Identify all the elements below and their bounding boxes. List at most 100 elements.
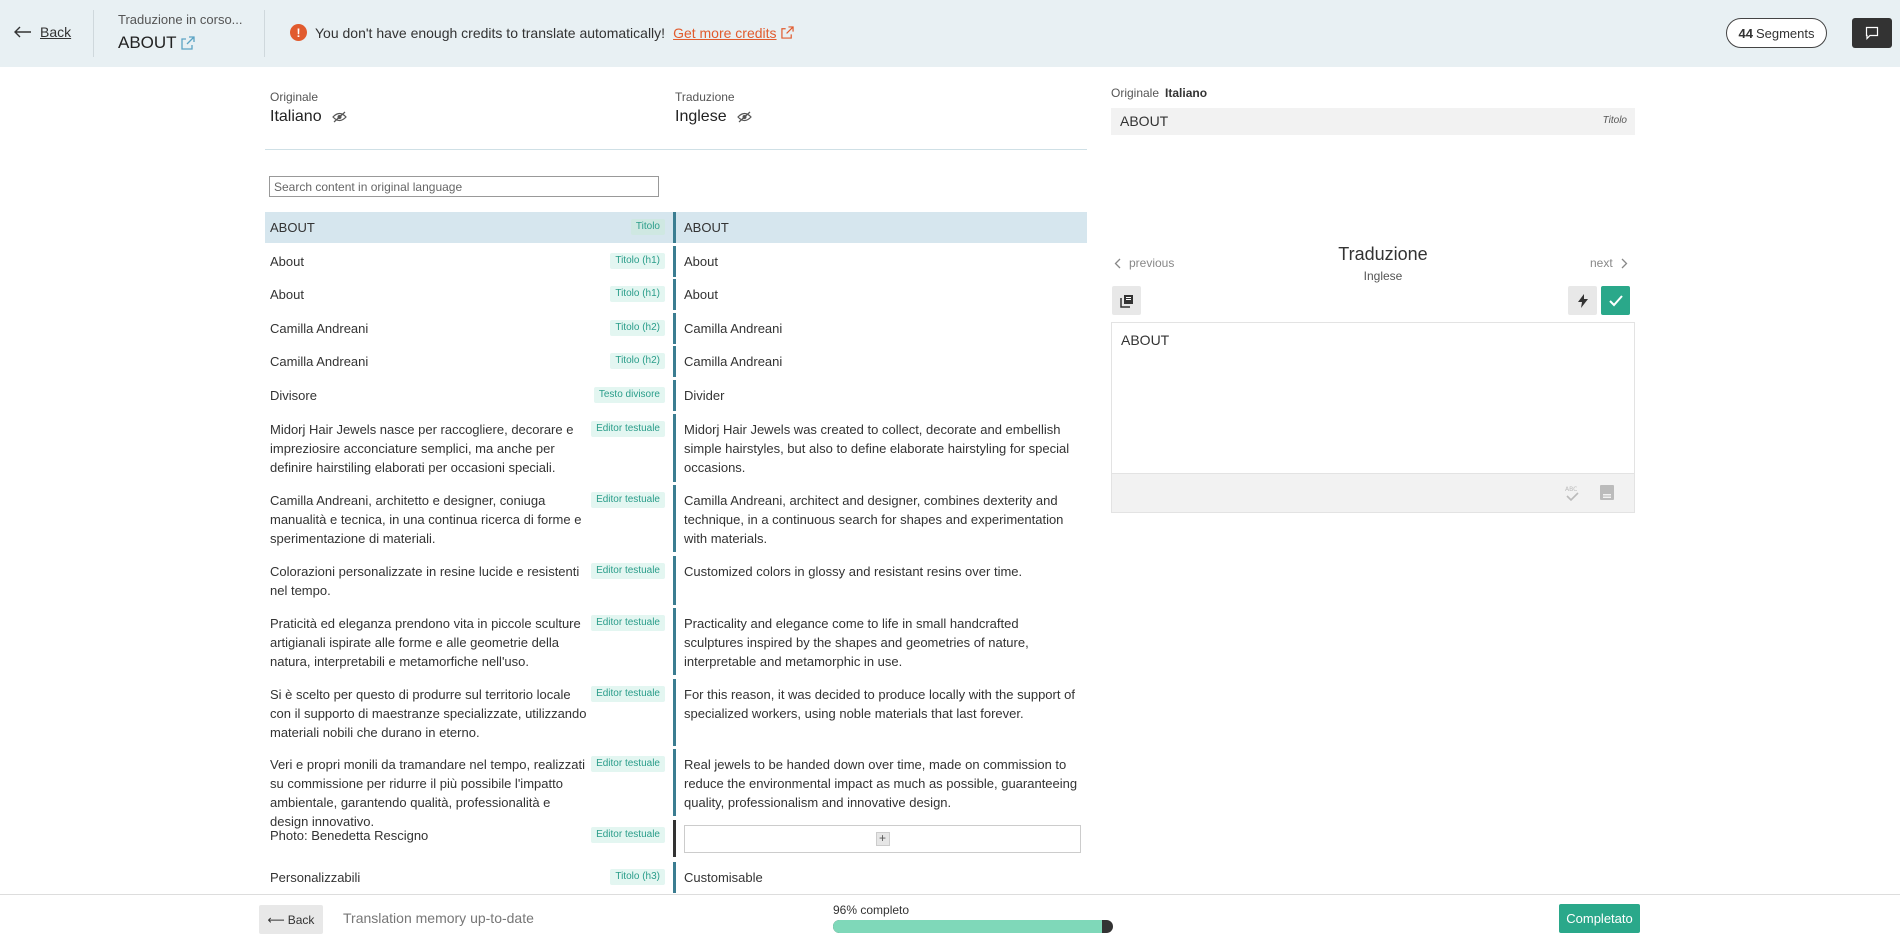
arrow-left-icon: ⟵	[267, 912, 285, 927]
rp-title: Traduzione	[1338, 244, 1428, 264]
lightning-icon	[1577, 293, 1588, 308]
footer-back-button[interactable]: ⟵ Back	[259, 905, 323, 934]
warning-text: You don't have enough credits to transla…	[315, 24, 666, 41]
segment-target[interactable]: Customized colors in glossy and resistan…	[676, 556, 1087, 605]
segment-target[interactable]: Camilla Andreani	[676, 313, 1087, 344]
segment-source: Personalizzabili Titolo (h3)	[265, 862, 673, 893]
segment-type-tag: Editor testuale	[591, 563, 665, 579]
rp-subtitle: Inglese	[1363, 269, 1403, 283]
original-label: Originale	[270, 90, 319, 104]
segment-type-tag: Titolo (h2)	[610, 320, 665, 336]
comment-icon	[1865, 26, 1879, 40]
back-link[interactable]: Back	[14, 24, 71, 40]
segment-row[interactable]: Photo: Benedetta Rescigno Editor testuale…	[265, 820, 1087, 857]
page-title-text: ABOUT	[118, 33, 177, 52]
page-title: ABOUT	[118, 33, 195, 53]
segment-row[interactable]: About Titolo (h1) About	[265, 246, 1087, 277]
progress-label: 96% completo	[833, 903, 910, 917]
glossary-icon[interactable]	[1599, 484, 1615, 501]
copy-icon	[1119, 294, 1133, 308]
segment-type-tag: Editor testuale	[591, 756, 665, 772]
original-lang-text: Italiano	[270, 108, 322, 125]
rp-original-text: ABOUT Titolo	[1111, 108, 1635, 135]
segment-type-tag: Titolo	[630, 219, 665, 235]
segment-target: +	[676, 820, 1087, 857]
add-translation-box[interactable]: +	[684, 825, 1081, 853]
segment-source: ABOUT Titolo	[265, 212, 673, 243]
segment-source: Camilla Andreani Titolo (h2)	[265, 313, 673, 344]
segments-badge[interactable]: 44 Segments	[1726, 18, 1827, 48]
copy-original-button[interactable]	[1112, 286, 1141, 315]
segment-target[interactable]: About	[676, 246, 1087, 277]
segment-source: About Titolo (h1)	[265, 279, 673, 310]
segments-count: 44	[1738, 25, 1753, 41]
translation-column-header: Traduzione Inglese	[675, 90, 752, 126]
eye-off-icon[interactable]	[736, 111, 752, 123]
segment-source: Colorazioni personalizzate in resine luc…	[265, 556, 673, 605]
get-more-credits-link[interactable]: Get more credits	[673, 24, 794, 41]
eye-off-icon[interactable]	[331, 111, 347, 123]
get-more-credits-label: Get more credits	[673, 24, 777, 41]
arrow-left-icon	[14, 26, 31, 38]
segment-target[interactable]: Divider	[676, 380, 1087, 411]
translation-memory-status: Translation memory up-to-date	[343, 910, 534, 926]
original-column-header: Originale Italiano	[270, 90, 347, 126]
plus-icon[interactable]: +	[875, 832, 890, 846]
comments-button[interactable]	[1852, 18, 1892, 48]
segment-target[interactable]: Camilla Andreani	[676, 346, 1087, 377]
back-label: Back	[40, 24, 72, 40]
footer-back-label: Back	[287, 912, 315, 927]
segment-source: Midorj Hair Jewels nasce per raccogliere…	[265, 414, 673, 482]
progress-bar	[833, 920, 1113, 933]
segment-target[interactable]: Camilla Andreani, architect and designer…	[676, 485, 1087, 552]
segment-target[interactable]: For this reason, it was decided to produ…	[676, 679, 1087, 746]
rp-original-lang: Italiano	[1165, 86, 1208, 100]
search-input[interactable]	[269, 176, 659, 197]
translation-lang: Inglese	[675, 108, 752, 126]
segment-row[interactable]: Divisore Testo divisore Divider	[265, 380, 1087, 411]
translation-editor[interactable]: ABOUT ABC	[1111, 322, 1635, 513]
segment-target[interactable]: ABOUT	[676, 212, 1087, 243]
chevron-right-icon	[1621, 258, 1628, 268]
translation-lang-text: Inglese	[675, 108, 727, 125]
header-divider	[265, 149, 1087, 150]
next-button[interactable]: next	[1590, 256, 1628, 270]
segment-source: Divisore Testo divisore	[265, 380, 673, 411]
original-lang: Italiano	[270, 108, 347, 126]
page-subtitle: Traduzione in corso...	[118, 12, 243, 27]
completed-button[interactable]: Completato	[1559, 904, 1640, 933]
svg-text:ABC: ABC	[1565, 486, 1577, 493]
segment-type-tag: Titolo (h3)	[610, 869, 665, 885]
segment-row[interactable]: Camilla Andreani Titolo (h2) Camilla Andr…	[265, 346, 1087, 377]
segment-row[interactable]: Si è scelto per questo di produrre sul t…	[265, 679, 1087, 746]
segment-target[interactable]: Customisable	[676, 862, 1087, 893]
segment-target[interactable]: About	[676, 279, 1087, 310]
translation-label: Traduzione	[675, 90, 735, 104]
segment-source: Photo: Benedetta Rescigno Editor testuale	[265, 820, 673, 857]
warning-icon: !	[290, 24, 307, 41]
segment-type-tag: Editor testuale	[591, 615, 665, 631]
segment-row[interactable]: About Titolo (h1) About	[265, 279, 1087, 310]
external-link-icon[interactable]	[180, 36, 195, 50]
segment-row[interactable]: Camilla Andreani Titolo (h2) Camilla Andr…	[265, 313, 1087, 344]
segment-target[interactable]: Real jewels to be handed down over time,…	[676, 749, 1087, 816]
segment-target[interactable]: Practicality and elegance come to life i…	[676, 608, 1087, 675]
segment-row[interactable]: Veri e propri monili da tramandare nel t…	[265, 749, 1087, 829]
segment-row[interactable]: Midorj Hair Jewels nasce per raccogliere…	[265, 414, 1087, 482]
confirm-button[interactable]	[1601, 286, 1630, 315]
segment-row[interactable]: ABOUT Titolo ABOUT	[265, 212, 1087, 243]
spellcheck-icon[interactable]: ABC	[1564, 484, 1580, 502]
segment-type-tag: Editor testuale	[591, 827, 665, 843]
segment-target[interactable]: Midorj Hair Jewels was created to collec…	[676, 414, 1087, 482]
next-label: next	[1590, 256, 1613, 270]
segment-row[interactable]: Colorazioni personalizzate in resine luc…	[265, 556, 1087, 605]
segment-type-tag: Editor testuale	[591, 686, 665, 702]
segment-row[interactable]: Camilla Andreani, architetto e designer,…	[265, 485, 1087, 552]
editor-text[interactable]: ABOUT	[1112, 323, 1634, 357]
segment-type-tag: Titolo (h1)	[610, 286, 665, 302]
segment-row[interactable]: Praticità ed eleganza prendono vita in p…	[265, 608, 1087, 675]
auto-translate-button[interactable]	[1568, 286, 1597, 315]
previous-button[interactable]: previous	[1114, 256, 1174, 270]
segment-source: Praticità ed eleganza prendono vita in p…	[265, 608, 673, 675]
segment-row[interactable]: Personalizzabili Titolo (h3) Customisable	[265, 862, 1087, 893]
